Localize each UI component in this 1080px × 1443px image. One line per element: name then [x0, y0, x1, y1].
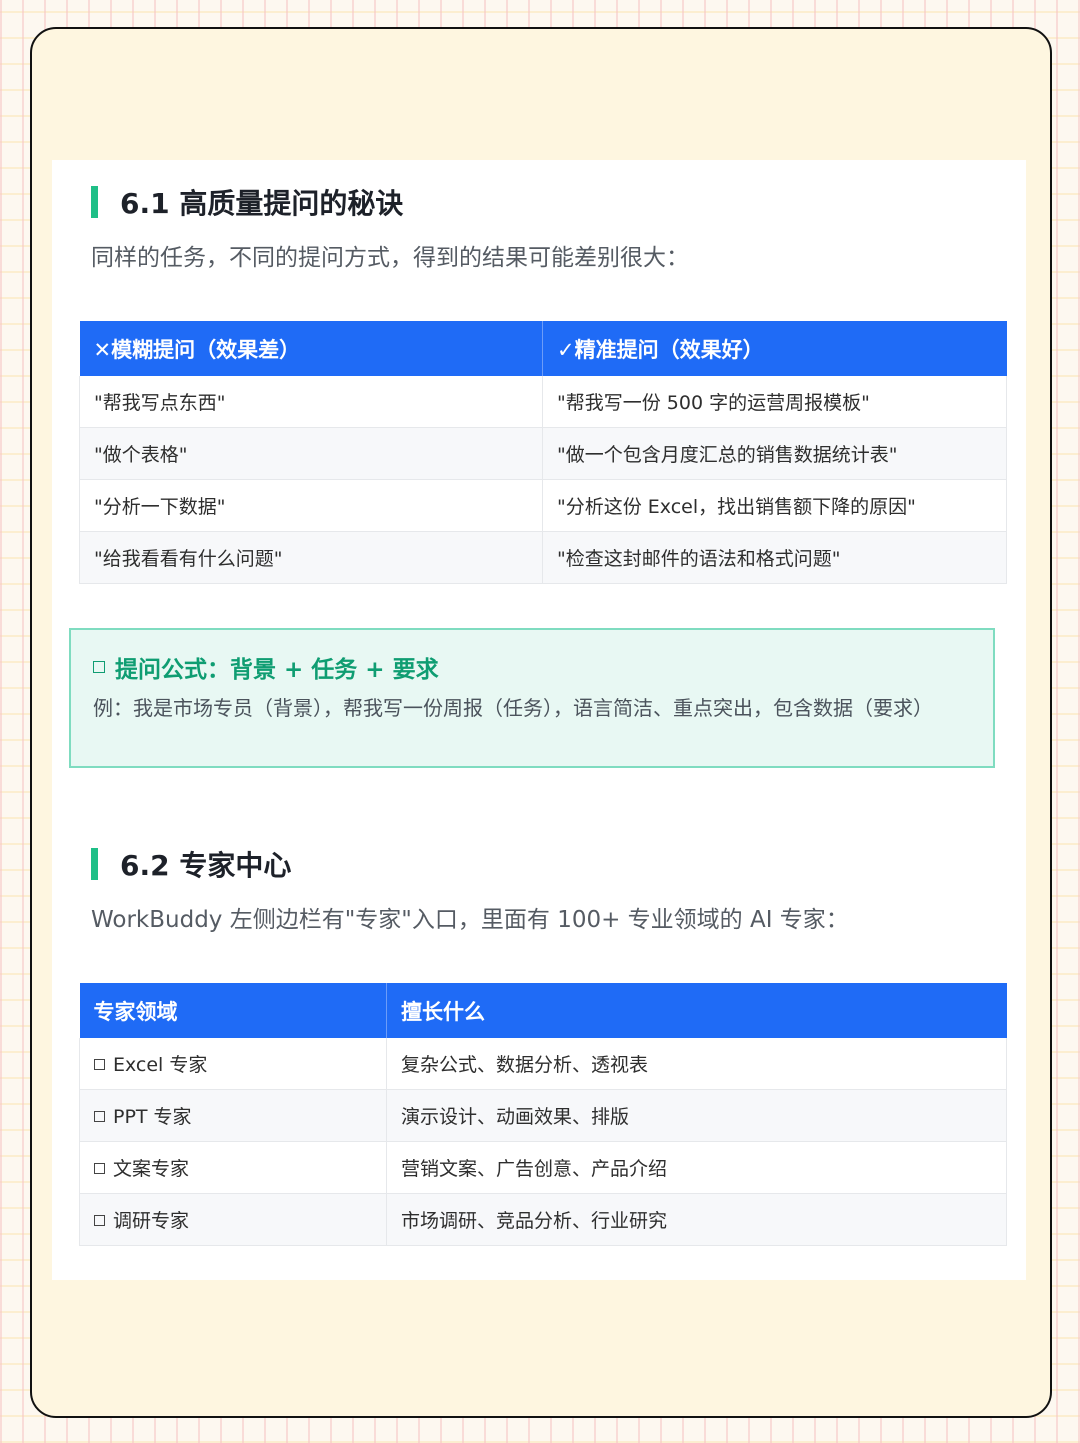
table-cell: PPT 专家 — [79, 1089, 387, 1142]
section-heading-experts: 6.2 专家中心 — [91, 844, 291, 884]
table-row: PPT 专家 演示设计、动画效果、排版 — [79, 1089, 1007, 1142]
table-cell: 市场调研、竞品分析、行业研究 — [386, 1193, 1007, 1246]
table-cell: "检查这封邮件的语法和格式问题" — [542, 531, 1007, 584]
table-cell: 文案专家 — [79, 1141, 387, 1194]
column-header-precise: ✓精准提问（效果好） — [542, 321, 1007, 376]
section-intro: WorkBuddy 左侧边栏有"专家"入口，里面有 100+ 专业领域的 AI … — [91, 907, 849, 933]
table-row: Excel 专家 复杂公式、数据分析、透视表 — [79, 1038, 1007, 1090]
expert-name: 文案专家 — [113, 1158, 190, 1180]
expert-name: Excel 专家 — [113, 1054, 208, 1076]
prompt-formula-tip: 提问公式：背景 + 任务 + 要求 例：我是市场专员（背景），帮我写一份周报（任… — [69, 628, 995, 768]
expert-center-table: 专家领域 擅长什么 Excel 专家 复杂公式、数据分析、透视表 PPT 专家 … — [79, 983, 1007, 1246]
tip-title: 提问公式：背景 + 任务 + 要求 — [93, 650, 439, 684]
table-cell: Excel 专家 — [79, 1038, 387, 1090]
table-cell: "分析这份 Excel，找出销售额下降的原因" — [542, 479, 1007, 532]
table-cell: 演示设计、动画效果、排版 — [386, 1089, 1007, 1142]
section-title: 6.2 专家中心 — [120, 849, 292, 882]
table-cell: "帮我写点东西" — [79, 376, 543, 428]
column-header-strengths: 擅长什么 — [386, 983, 1007, 1038]
prompt-comparison-table: ✕模糊提问（效果差） ✓精准提问（效果好） "帮我写点东西" "帮我写一份 50… — [79, 321, 1007, 584]
table-cell: "帮我写一份 500 字的运营周报模板" — [542, 376, 1007, 428]
table-cell: "给我看看有什么问题" — [79, 531, 543, 584]
table-cell: "做个表格" — [79, 427, 543, 480]
checkbox-icon — [94, 1059, 105, 1070]
tip-title-text: 提问公式：背景 + 任务 + 要求 — [115, 657, 439, 683]
tip-body: 例：我是市场专员（背景），帮我写一份周报（任务），语言简洁、重点突出，包含数据（… — [93, 696, 933, 720]
table-row: "分析一下数据" "分析这份 Excel，找出销售额下降的原因" — [79, 479, 1007, 532]
checkbox-icon — [94, 1111, 105, 1122]
table-cell: "做一个包含月度汇总的销售数据统计表" — [542, 427, 1007, 480]
column-header-vague: ✕模糊提问（效果差） — [79, 321, 543, 376]
table-cell: 复杂公式、数据分析、透视表 — [386, 1038, 1007, 1090]
table-header-row: 专家领域 擅长什么 — [79, 983, 1007, 1038]
checkbox-icon — [93, 661, 105, 673]
table-row: "给我看看有什么问题" "检查这封邮件的语法和格式问题" — [79, 531, 1007, 584]
expert-name: PPT 专家 — [113, 1106, 192, 1128]
table-row: 文案专家 营销文案、广告创意、产品介绍 — [79, 1141, 1007, 1194]
table-row: 调研专家 市场调研、竞品分析、行业研究 — [79, 1193, 1007, 1246]
section-title: 6.1 高质量提问的秘诀 — [120, 187, 404, 220]
section-intro: 同样的任务，不同的提问方式，得到的结果可能差别很大： — [91, 245, 689, 271]
expert-name: 调研专家 — [113, 1210, 190, 1232]
table-cell: 营销文案、广告创意、产品介绍 — [386, 1141, 1007, 1194]
table-row: "帮我写点东西" "帮我写一份 500 字的运营周报模板" — [79, 376, 1007, 428]
checkbox-icon — [94, 1215, 105, 1226]
heading-accent-bar — [91, 186, 98, 218]
checkbox-icon — [94, 1163, 105, 1174]
heading-accent-bar — [91, 848, 98, 880]
content-card: 6.1 高质量提问的秘诀 同样的任务，不同的提问方式，得到的结果可能差别很大： … — [52, 160, 1026, 1280]
table-header-row: ✕模糊提问（效果差） ✓精准提问（效果好） — [79, 321, 1007, 376]
table-row: "做个表格" "做一个包含月度汇总的销售数据统计表" — [79, 427, 1007, 480]
table-cell: 调研专家 — [79, 1193, 387, 1246]
section-heading-prompting: 6.1 高质量提问的秘诀 — [91, 182, 403, 222]
column-header-domain: 专家领域 — [79, 983, 387, 1038]
table-cell: "分析一下数据" — [79, 479, 543, 532]
